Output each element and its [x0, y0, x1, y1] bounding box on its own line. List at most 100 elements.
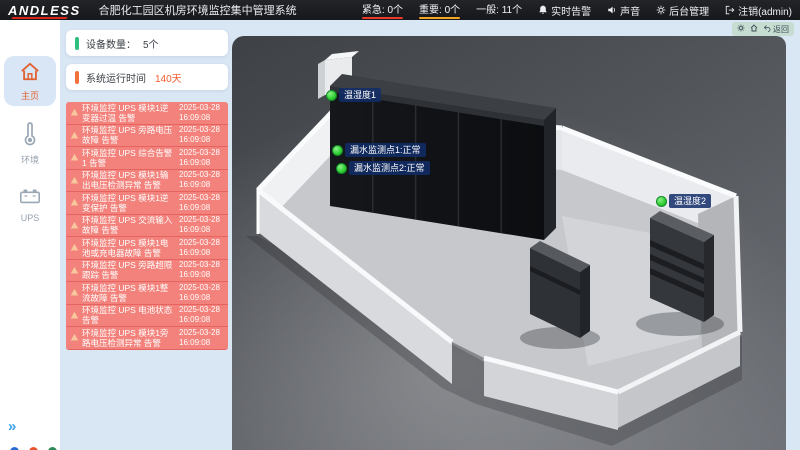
- alarm-timestamp: 2025-03-2816:09:08: [179, 305, 225, 325]
- alarm-row[interactable]: 环境监控 UPS 综合告警1 告警 2025-03-2816:09:08: [66, 147, 228, 170]
- alarm-message: 环境监控 UPS 电池状态 告警: [82, 305, 176, 325]
- alarm-row[interactable]: 环境监控 UPS 旁路超限跟踪 告警 2025-03-2816:09:08: [66, 260, 228, 283]
- alarm-message: 环境监控 UPS 模块1逆变器过温 告警: [82, 103, 176, 123]
- orange-tick-bar: [75, 71, 79, 84]
- app-title: 合肥化工园区机房环境监控集中管理系统: [99, 2, 297, 18]
- uptime-value: 140天: [155, 70, 182, 85]
- alarm-timestamp: 2025-03-2816:09:08: [179, 283, 225, 303]
- sidebar-expand-chevron[interactable]: »: [8, 418, 14, 435]
- warning-icon: [70, 198, 79, 207]
- scene-settings-button[interactable]: [737, 24, 745, 34]
- thermometer-icon: [19, 133, 41, 150]
- uptime-label: 系统运行时间: [86, 70, 146, 85]
- home-icon: [750, 24, 758, 34]
- sensor-tag-label: 温湿度1: [339, 88, 381, 102]
- alarm-timestamp: 2025-03-2816:09:08: [179, 260, 225, 280]
- alarm-timestamp: 2025-03-2816:09:08: [179, 238, 225, 258]
- device-count-value: 5个: [143, 36, 159, 51]
- alarm-message: 环境监控 UPS 旁路电压故障 告警: [82, 125, 176, 145]
- green-tick-bar: [75, 37, 79, 50]
- alarm-row[interactable]: 环境监控 UPS 电池状态 告警 2025-03-2816:09:08: [66, 305, 228, 328]
- sidebar-item-environment[interactable]: 环境: [4, 116, 56, 170]
- admin-settings-button[interactable]: 后台管理: [656, 3, 709, 18]
- sensor-tag-leak-point-1[interactable]: 漏水监测点1:正常: [332, 143, 426, 157]
- alarm-row[interactable]: 环境监控 UPS 模块1旁路电压检测异常 告警 2025-03-2816:09:…: [66, 327, 228, 350]
- bell-icon: [538, 5, 548, 15]
- battery-icon: [18, 193, 42, 210]
- sensor-tag-label: 温湿度2: [669, 194, 711, 208]
- scene-back-label: 返回: [773, 24, 789, 35]
- alarm-message: 环境监控 UPS 模块1整流故障 告警: [82, 283, 176, 303]
- top-header: ANDLESS 合肥化工园区机房环境监控集中管理系统 紧急: 0个 重要: 0个…: [0, 0, 800, 20]
- alarm-timestamp: 2025-03-2816:09:08: [179, 328, 225, 348]
- alarm-message: 环境监控 UPS 模块1逆变保护 告警: [82, 193, 176, 213]
- sensor-tag-temp-humidity-2[interactable]: 温湿度2: [656, 194, 711, 208]
- status-dot-green: [326, 90, 337, 101]
- info-panel: 设备数量： 5个 系统运行时间 140天 环境监控 UPS 模块1逆变器过温 告…: [62, 30, 230, 450]
- alarm-timestamp: 2025-03-2816:09:08: [179, 148, 225, 168]
- status-dot-green: [332, 145, 343, 156]
- sensor-tag-label: 漏水监测点1:正常: [345, 143, 426, 157]
- alarm-timestamp: 2025-03-2816:09:08: [179, 125, 225, 145]
- warning-icon: [70, 131, 79, 140]
- alarm-row[interactable]: 环境监控 UPS 模块1输出电压检测异常 告警 2025-03-2816:09:…: [66, 170, 228, 193]
- status-dot-green: [656, 196, 667, 207]
- logout-button[interactable]: 注销(admin): [725, 3, 792, 18]
- urgent-underline: [362, 17, 403, 19]
- alarm-row[interactable]: 环境监控 UPS 模块1整流故障 告警 2025-03-2816:09:08: [66, 282, 228, 305]
- warning-icon: [70, 333, 79, 342]
- stat-urgent-value: 0个: [387, 5, 403, 16]
- stat-general-label: 一般:: [476, 5, 499, 16]
- alarm-row[interactable]: 环境监控 UPS 模块1逆变保护 告警 2025-03-2816:09:08: [66, 192, 228, 215]
- machine-room-3d-canvas: [232, 36, 786, 450]
- device-count-label: 设备数量：: [86, 36, 136, 51]
- sidebar-item-label: 环境: [4, 153, 56, 166]
- brand-logo: ANDLESS: [8, 3, 87, 18]
- alarm-message: 环境监控 UPS 模块1电池或充电器故障 告警: [82, 238, 176, 258]
- alarm-timestamp: 2025-03-2816:09:08: [179, 215, 225, 235]
- warning-icon: [70, 266, 79, 275]
- alarm-message: 环境监控 UPS 模块1输出电压检测异常 告警: [82, 170, 176, 190]
- back-arrow-icon: [763, 24, 771, 34]
- alarm-timestamp: 2025-03-2816:09:08: [179, 103, 225, 123]
- left-nav-sidebar: 主页 环境 UPS »: [0, 20, 60, 450]
- alarm-list: 环境监控 UPS 模块1逆变器过温 告警 2025-03-2816:09:08 …: [66, 102, 228, 350]
- alarm-message: 环境监控 UPS 综合告警1 告警: [82, 148, 176, 168]
- uptime-card: 系统运行时间 140天: [66, 64, 228, 90]
- sound-button[interactable]: 声音: [607, 3, 640, 18]
- alarm-timestamp: 2025-03-2816:09:08: [179, 170, 225, 190]
- logout-icon: [725, 5, 735, 15]
- speaker-icon: [607, 5, 617, 15]
- app-window: ANDLESS 合肥化工园区机房环境监控集中管理系统 紧急: 0个 重要: 0个…: [0, 0, 800, 450]
- machine-room-3d-view[interactable]: 温湿度1 漏水监测点1:正常 漏水监测点2:正常 温湿度2: [232, 36, 786, 450]
- scene-back-button[interactable]: 返回: [763, 24, 789, 35]
- stat-urgent-label: 紧急:: [362, 5, 385, 16]
- alarm-row[interactable]: 环境监控 UPS 旁路电压故障 告警 2025-03-2816:09:08: [66, 125, 228, 148]
- alarm-timestamp: 2025-03-2816:09:08: [179, 193, 225, 213]
- sidebar-item-label: UPS: [4, 213, 56, 223]
- stat-general-value: 11个: [502, 5, 522, 16]
- sidebar-item-home[interactable]: 主页: [4, 56, 56, 106]
- sensor-tag-leak-point-2[interactable]: 漏水监测点2:正常: [336, 161, 430, 175]
- sensor-tag-label: 漏水监测点2:正常: [349, 161, 430, 175]
- realtime-alarm-button[interactable]: 实时告警: [538, 3, 591, 18]
- stat-important-label: 重要:: [419, 5, 442, 16]
- warning-icon: [70, 243, 79, 252]
- scene-toolbar: 返回: [732, 22, 794, 36]
- scene-home-button[interactable]: [750, 24, 758, 34]
- alarm-row[interactable]: 环境监控 UPS 模块1逆变器过温 告警 2025-03-2816:09:08: [66, 102, 228, 125]
- stat-important: 重要: 0个: [419, 1, 460, 19]
- sidebar-item-label: 主页: [4, 89, 56, 102]
- stat-general: 一般: 11个: [476, 1, 522, 19]
- warning-icon: [70, 311, 79, 320]
- alarm-row[interactable]: 环境监控 UPS 交流输入故障 告警 2025-03-2816:09:08: [66, 215, 228, 238]
- device-count-card: 设备数量： 5个: [66, 30, 228, 56]
- important-underline: [419, 17, 460, 19]
- alarm-row[interactable]: 环境监控 UPS 模块1电池或充电器故障 告警 2025-03-2816:09:…: [66, 237, 228, 260]
- sensor-tag-temp-humidity-1[interactable]: 温湿度1: [326, 88, 381, 102]
- warning-icon: [70, 176, 79, 185]
- warning-icon: [70, 153, 79, 162]
- gear-icon: [656, 5, 666, 15]
- sidebar-item-ups[interactable]: UPS: [4, 180, 56, 227]
- warning-icon: [70, 221, 79, 230]
